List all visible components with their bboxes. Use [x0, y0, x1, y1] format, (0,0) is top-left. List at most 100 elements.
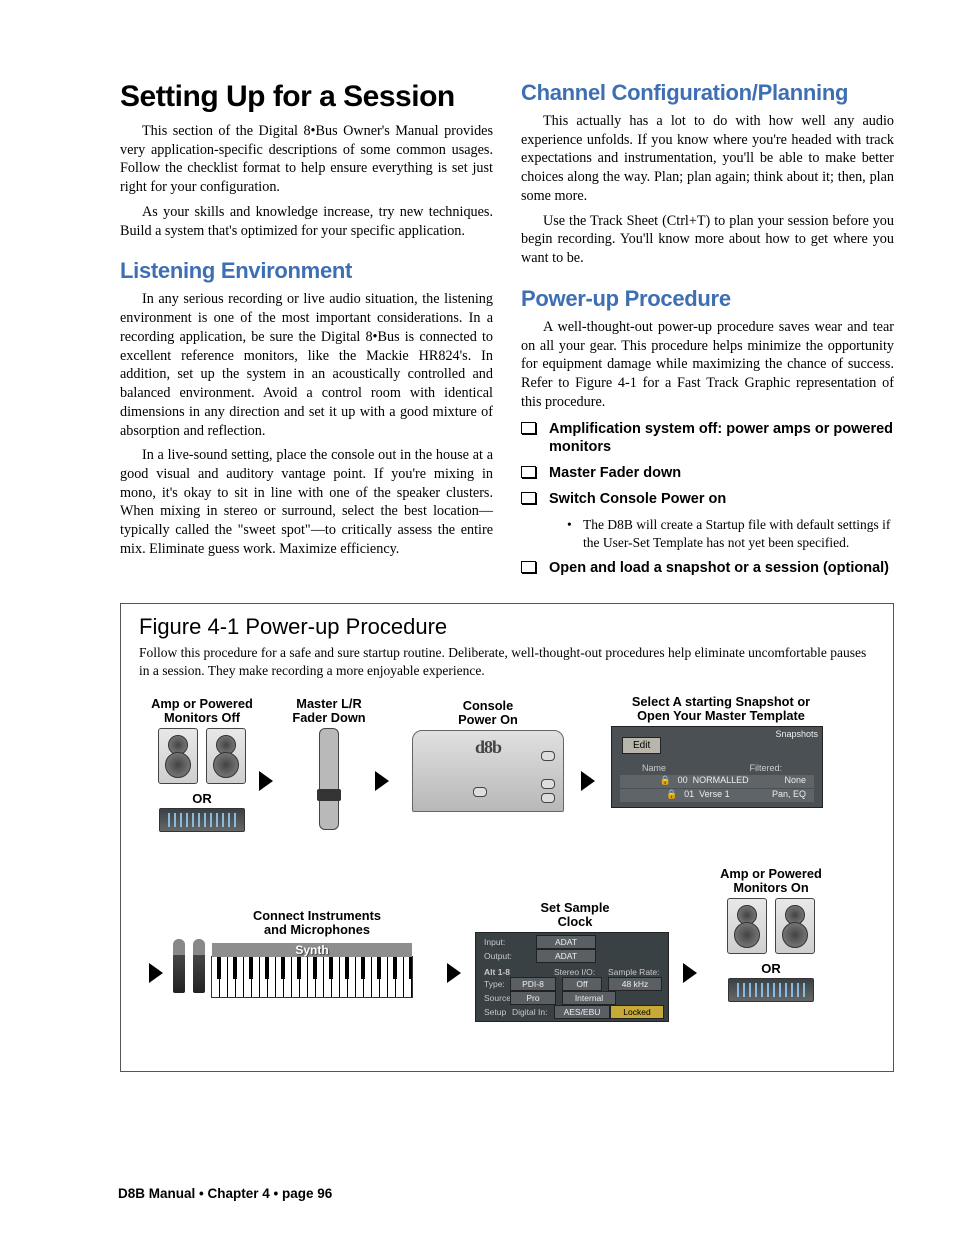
snapshot-name: Verse 1: [699, 789, 730, 799]
or-label: OR: [147, 791, 257, 806]
mic-icon: [173, 939, 185, 993]
console-button-icon: [541, 793, 555, 803]
snapshot-index: 01: [684, 789, 694, 799]
mic-icon: [193, 939, 205, 993]
clock-output-label: Output:: [484, 951, 512, 961]
fader-icon: [319, 728, 339, 830]
or-label: OR: [711, 961, 831, 976]
microphones-icon: [171, 939, 207, 998]
check-item-master-fader-down: Master Fader down: [521, 464, 894, 482]
powerup-p1: A well-thought-out power-up procedure sa…: [521, 318, 894, 412]
clock-digin-label: Digital In:: [512, 1007, 547, 1017]
arrow-icon: [447, 963, 461, 983]
console-button-icon: [541, 779, 555, 789]
checkbox-icon: [521, 492, 536, 504]
figure-4-1: Figure 4-1 Power-up Procedure Follow thi…: [120, 603, 894, 1071]
snapshots-panel-icon: Snapshots Edit Name Filtered: 🔒 00 NORMA…: [611, 726, 823, 808]
arrow-icon: [581, 771, 595, 791]
snapshot-filtered: Pan, EQ: [772, 789, 806, 799]
powerup-heading: Power-up Procedure: [521, 286, 894, 312]
snapshot-name: NORMALLED: [693, 775, 749, 785]
power-amp-icon: [728, 978, 814, 1002]
powerup-checklist: Amplification system off: power amps or …: [521, 420, 894, 509]
listening-heading: Listening Environment: [120, 258, 493, 284]
clock-input-label: Input:: [484, 937, 505, 947]
left-column: Setting Up for a Session This section of…: [120, 80, 493, 585]
step-select-snapshot: Select A starting Snapshot or Open Your …: [611, 695, 831, 808]
intro-p1: This section of the Digital 8•Bus Owner'…: [120, 122, 493, 197]
step-master-fader-down: Master L/R Fader Down: [289, 697, 369, 830]
snapshots-header-name: Name: [642, 763, 666, 773]
checkbox-icon: [521, 561, 536, 573]
sub-bullet-startup-file: The D8B will create a Startup file with …: [567, 516, 894, 551]
checkbox-icon: [521, 466, 536, 478]
sample-clock-panel-icon: Input: ADAT Output: ADAT Alt 1-8 Stereo …: [475, 932, 669, 1022]
checkbox-icon: [521, 422, 536, 434]
edit-button: Edit: [622, 737, 661, 754]
snapshots-tab-label: Snapshots: [775, 729, 818, 739]
step-monitors-on: Amp or Powered Monitors On OR: [711, 867, 831, 1002]
check-item-amplification-off: Amplification system off: power amps or …: [521, 420, 894, 456]
figure-caption: Follow this procedure for a safe and sur…: [139, 644, 875, 680]
step-monitors-off: Amp or Powered Monitors Off OR: [147, 697, 257, 832]
manual-page: Setting Up for a Session This section of…: [0, 0, 954, 1235]
step-label: Amp or Powered Monitors On: [711, 867, 831, 895]
lock-icon: 🔒: [660, 775, 671, 785]
step-label: Connect Instruments and Microphones: [247, 909, 387, 937]
step-label: Set Sample Clock: [475, 901, 675, 929]
step-label: Master L/R Fader Down: [289, 697, 369, 725]
check-label: Master Fader down: [549, 465, 681, 481]
channel-p1: This actually has a lot to do with how w…: [521, 112, 894, 206]
sub-bullets: The D8B will create a Startup file with …: [567, 516, 894, 551]
lock-icon: 🔒: [666, 789, 677, 799]
clock-stereo-value: Off: [562, 977, 602, 991]
figure-diagram: Amp or Powered Monitors Off OR Master L/…: [139, 693, 875, 1053]
two-column-layout: Setting Up for a Session This section of…: [120, 80, 894, 585]
snapshot-filtered: None: [784, 775, 806, 785]
clock-rate-label: Sample Rate:: [608, 967, 660, 977]
check-label: Switch Console Power on: [549, 491, 726, 507]
check-item-open-snapshot: Open and load a snapshot or a session (o…: [521, 559, 894, 577]
speaker-icon: [727, 898, 767, 954]
piano-black-keys-icon: [212, 957, 412, 979]
synth-label: Synth: [212, 943, 412, 957]
power-amp-icon: [159, 808, 245, 832]
speaker-icon: [158, 728, 198, 784]
arrow-icon: [683, 963, 697, 983]
speaker-pair-icon: [147, 728, 257, 789]
speaker-pair-icon: [711, 898, 831, 959]
clock-digin-value: AES/EBU: [554, 1005, 610, 1019]
page-footer: D8B Manual • Chapter 4 • page 96: [118, 1186, 332, 1201]
clock-source-value: Pro: [510, 991, 556, 1005]
snapshot-index: 00: [678, 775, 688, 785]
right-column: Channel Configuration/Planning This actu…: [521, 80, 894, 585]
arrow-icon: [375, 771, 389, 791]
step-console-power-on: Console Power On: [403, 699, 573, 812]
console-button-icon: [473, 787, 487, 797]
clock-source-label: Source:: [484, 993, 513, 1003]
step-label: Amp or Powered Monitors Off: [147, 697, 257, 725]
figure-title: Figure 4-1 Power-up Procedure: [139, 614, 875, 640]
powerup-checklist-2: Open and load a snapshot or a session (o…: [521, 559, 894, 577]
clock-locked-badge: Locked: [610, 1005, 664, 1019]
clock-type-value: PDI-8: [510, 977, 556, 991]
check-label: Amplification system off: power amps or …: [549, 421, 893, 455]
keyboard-icon: Synth: [211, 956, 413, 998]
check-label: Open and load a snapshot or a session (o…: [549, 560, 889, 576]
clock-setup-label: Setup: [484, 1007, 506, 1017]
step-set-sample-clock: Set Sample Clock Input: ADAT Output: ADA…: [475, 901, 675, 1022]
clock-stereo-label: Stereo I/O:: [554, 967, 595, 977]
console-icon: [412, 730, 564, 812]
channel-p2: Use the Track Sheet (Ctrl+T) to plan you…: [521, 212, 894, 268]
listening-p2: In a live-sound setting, place the conso…: [120, 446, 493, 558]
clock-status-value: Internal: [562, 991, 616, 1005]
channel-heading: Channel Configuration/Planning: [521, 80, 894, 106]
intro-p2: As your skills and knowledge increase, t…: [120, 203, 493, 240]
speaker-icon: [775, 898, 815, 954]
arrow-icon: [149, 963, 163, 983]
step-connect-instruments: Connect Instruments and Microphones Synt…: [171, 909, 441, 998]
snapshot-row: 🔒 00 NORMALLED None: [620, 775, 814, 788]
clock-input-value: ADAT: [536, 935, 596, 949]
listening-p1: In any serious recording or live audio s…: [120, 290, 493, 440]
instruments-group: Synth: [171, 939, 441, 998]
